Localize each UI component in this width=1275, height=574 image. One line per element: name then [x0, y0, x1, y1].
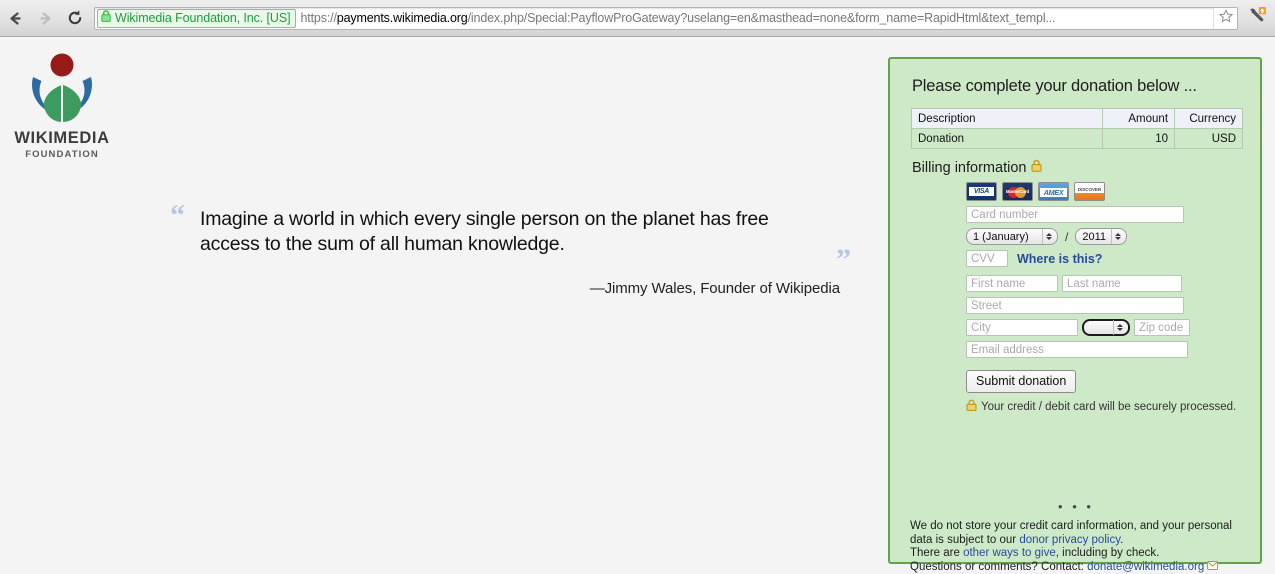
browser-menu-button[interactable] — [1242, 3, 1272, 33]
gold-padlock-icon — [966, 399, 977, 414]
page-content: WIKIMEDIA FOUNDATION “ ” Imagine a world… — [0, 37, 1275, 573]
footer-legal-text: We do not store your credit card informa… — [910, 520, 1242, 574]
url-scheme: https:// — [300, 11, 337, 25]
amex-card-logo-label: AMEX — [1040, 188, 1067, 197]
back-button[interactable] — [0, 3, 30, 33]
cell-description: Donation — [910, 128, 1104, 149]
ev-certificate-label: Wikimedia Foundation, Inc. [US] — [115, 11, 291, 25]
state-stepper-icon — [1113, 320, 1126, 335]
donation-amount-table: Description Amount Currency Donation 10 … — [910, 108, 1243, 149]
table-header-description: Description — [910, 108, 1104, 129]
other-ways-to-give-link[interactable]: other ways to give — [963, 547, 1056, 559]
first-name-input[interactable] — [966, 275, 1058, 292]
submit-donation-button[interactable]: Submit donation — [966, 370, 1077, 393]
quote-mark-close-icon: ” — [836, 243, 851, 276]
donation-form-panel: Please complete your donation below ... … — [888, 57, 1262, 573]
logo-wordmark-sub: FOUNDATION — [25, 149, 99, 161]
cvv-input[interactable] — [966, 250, 1008, 267]
state-select[interactable] — [1082, 319, 1130, 336]
email-row — [966, 341, 1240, 358]
table-row: Donation 10 USD — [910, 128, 1243, 149]
secure-processing-note-label: Your credit / debit card will be securel… — [981, 400, 1237, 413]
email-input[interactable] — [966, 341, 1188, 358]
browser-toolbar: Wikimedia Foundation, Inc. [US] https://… — [0, 0, 1275, 37]
table-header-row: Description Amount Currency — [910, 108, 1243, 129]
url-host: payments.wikimedia.org — [336, 11, 468, 25]
donate-email-link[interactable]: donate@wikimedia.org — [1087, 561, 1204, 573]
bookmark-star-icon — [1218, 8, 1233, 28]
footer-divider-dots: • • • — [1058, 499, 1094, 514]
cell-amount: 10 — [1102, 128, 1176, 149]
card-number-row — [966, 206, 1240, 223]
forward-arrow-icon — [37, 10, 54, 27]
table-header-currency: Currency — [1174, 108, 1243, 129]
quote-text: Imagine a world in which every single pe… — [200, 208, 769, 256]
street-input[interactable] — [966, 297, 1184, 314]
expiry-year-stepper-icon — [1111, 229, 1124, 244]
ev-certificate-badge[interactable]: Wikimedia Foundation, Inc. [US] — [97, 8, 297, 28]
expiry-row: 1 (January) / 2011 — [966, 228, 1240, 245]
amex-card-logo: AMEX — [1038, 182, 1069, 201]
expiry-month-value: 1 (January) — [973, 230, 1029, 243]
name-row — [966, 275, 1240, 292]
panel-heading: Please complete your donation below ... — [912, 77, 1197, 95]
reload-icon — [66, 9, 84, 27]
mastercard-card-logo-label: MasterCard — [1005, 189, 1030, 194]
quote-block: “ ” Imagine a world in which every singl… — [170, 167, 870, 297]
city-input[interactable] — [966, 319, 1078, 336]
address-bar[interactable]: Wikimedia Foundation, Inc. [US] https://… — [94, 6, 1238, 30]
padlock-icon — [101, 9, 111, 27]
envelope-icon — [1207, 560, 1219, 573]
donor-privacy-policy-link[interactable]: donor privacy policy — [1019, 534, 1120, 546]
visa-card-logo: VISA — [966, 182, 997, 201]
discover-card-logo: DISCOVER — [1074, 182, 1105, 201]
url-path: /index.php/Special:PayflowProGateway?use… — [467, 11, 1056, 25]
legal-line3-part-a: Questions or comments? Contact: — [910, 560, 1088, 573]
mastercard-card-logo: MasterCard — [1002, 182, 1033, 201]
zip-code-input[interactable] — [1134, 319, 1190, 336]
secure-processing-note: Your credit / debit card will be securel… — [966, 399, 1240, 414]
cvv-help-link[interactable]: Where is this? — [1017, 252, 1102, 266]
legal-line2-part-a: There are — [910, 547, 964, 560]
city-state-zip-row — [966, 319, 1240, 336]
wrench-menu-icon — [1247, 6, 1267, 31]
last-name-input[interactable] — [1062, 275, 1182, 292]
wikimedia-foundation-logo: WIKIMEDIA FOUNDATION — [14, 51, 110, 160]
gold-padlock-icon — [1031, 159, 1042, 176]
quote-attribution: —Jimmy Wales, Founder of Wikipedia — [589, 279, 840, 297]
table-header-amount: Amount — [1102, 108, 1176, 129]
card-number-input[interactable] — [966, 206, 1184, 223]
visa-card-logo-label: VISA — [969, 187, 994, 196]
billing-information-heading: Billing information — [912, 159, 1240, 176]
legal-line2-part-b: , including by check. — [1055, 547, 1160, 560]
submit-row: Submit donation — [966, 370, 1240, 393]
discover-card-logo-label: DISCOVER — [1077, 187, 1102, 192]
cvv-row: Where is this? — [966, 250, 1240, 267]
logo-wordmark: WIKIMEDIA — [14, 129, 110, 147]
back-arrow-icon — [7, 10, 24, 27]
forward-button — [30, 3, 60, 33]
billing-heading-label: Billing information — [912, 159, 1027, 176]
bookmark-button[interactable] — [1213, 7, 1237, 29]
expiry-year-value: 2011 — [1082, 230, 1106, 243]
reload-button[interactable] — [60, 3, 90, 33]
quote-mark-open-icon: “ — [170, 199, 185, 232]
wikimedia-logo-icon — [14, 51, 110, 129]
expiry-month-select[interactable]: 1 (January) — [966, 228, 1058, 245]
url-text: https://payments.wikimedia.org/index.php… — [300, 11, 1213, 25]
expiry-year-select[interactable]: 2011 — [1075, 228, 1128, 245]
accepted-card-logos: VISA MasterCard AMEX DISCOVER — [966, 182, 1240, 201]
legal-line1-part-b: . — [1120, 533, 1124, 546]
panel-footer: • • • We do not store your credit card i… — [910, 499, 1242, 574]
cell-currency: USD — [1174, 128, 1243, 149]
expiry-month-stepper-icon — [1042, 229, 1055, 244]
street-row — [966, 297, 1240, 314]
expiry-separator: / — [1065, 229, 1069, 244]
